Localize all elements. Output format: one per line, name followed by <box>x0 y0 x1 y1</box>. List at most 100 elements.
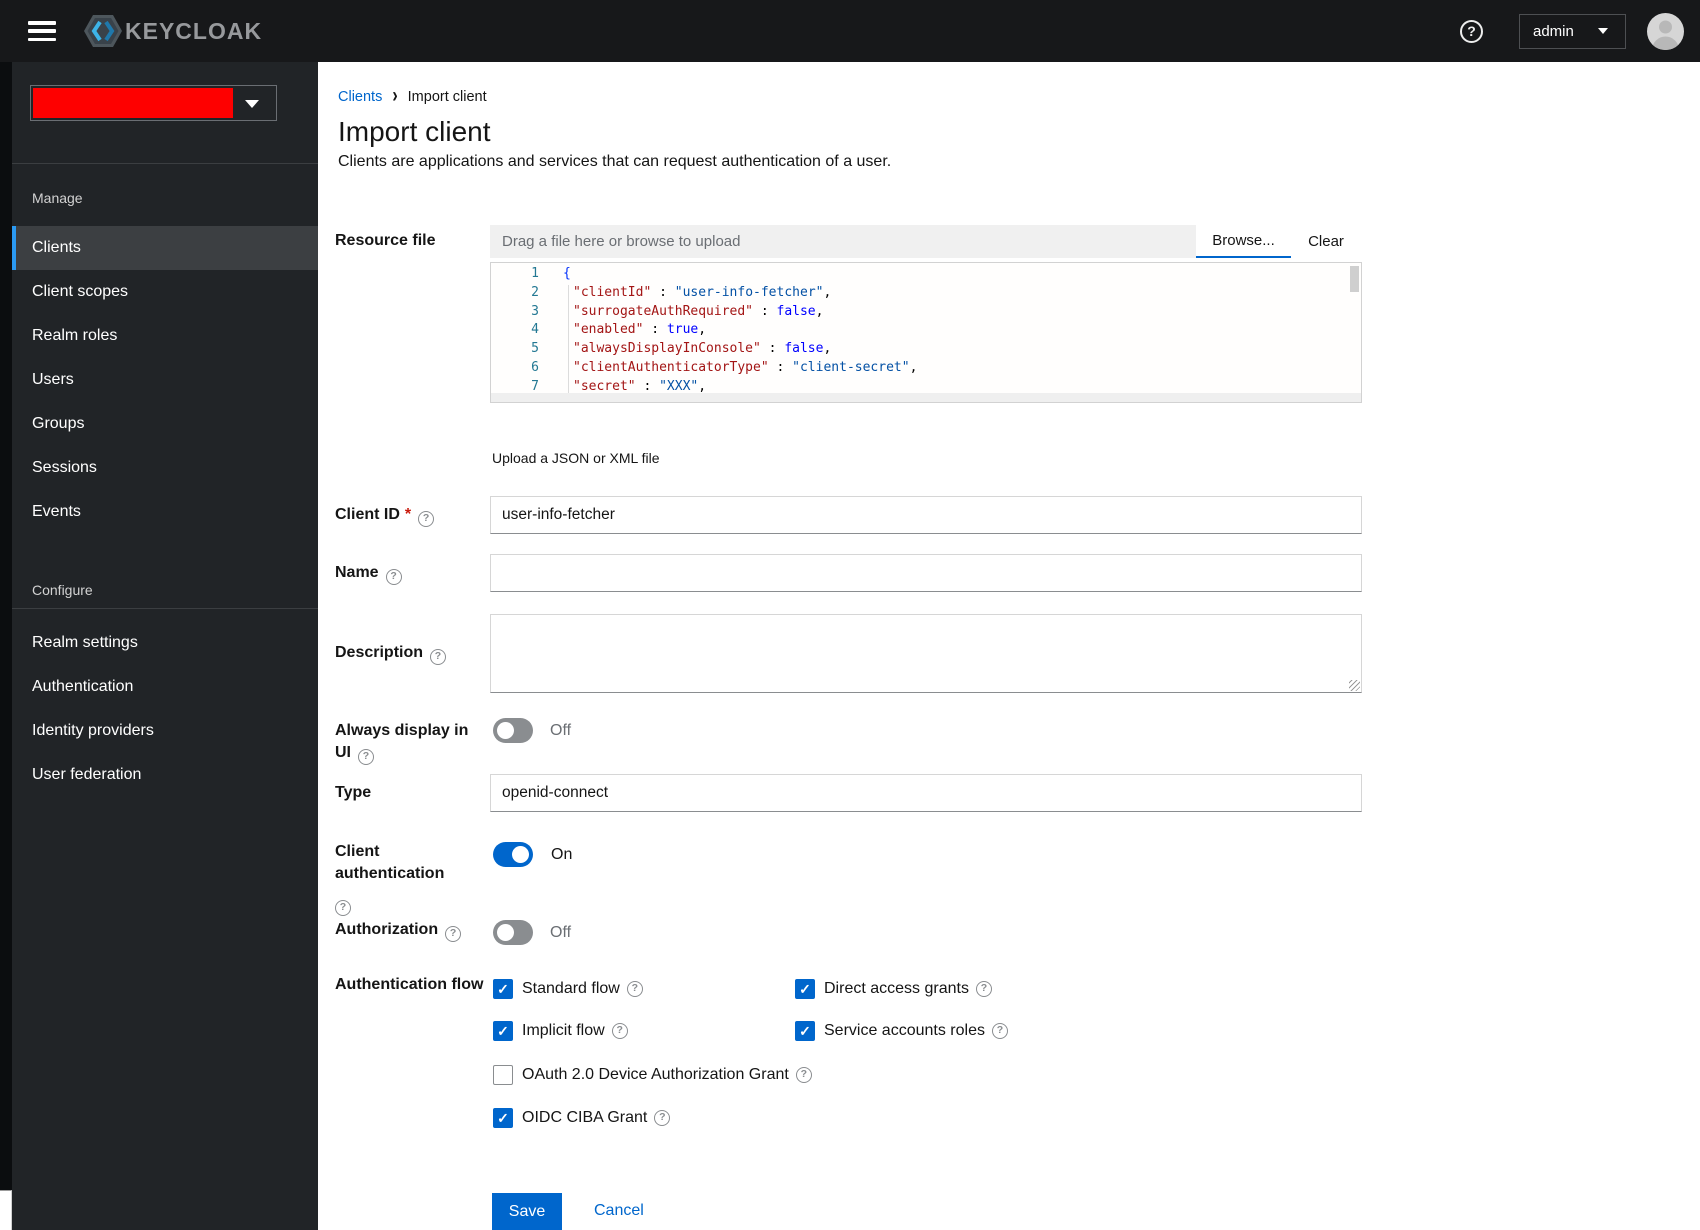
person-icon <box>1652 20 1679 50</box>
help-icon[interactable] <box>654 1110 671 1126</box>
authorization-label: Authorization <box>335 919 487 942</box>
sidebar-item-groups[interactable]: Groups <box>12 402 318 446</box>
checkbox-service-accounts-roles[interactable]: ✓ Service accounts roles <box>795 1021 1008 1041</box>
client-id-input[interactable] <box>490 496 1362 534</box>
help-icon[interactable] <box>795 1067 812 1083</box>
file-upload-placeholder: Drag a file here or browse to upload <box>502 233 741 250</box>
indent-guide <box>568 285 569 397</box>
client-auth-toggle[interactable] <box>493 842 533 867</box>
client-auth-label: Client authentication <box>335 841 487 916</box>
name-input[interactable] <box>490 554 1362 592</box>
masthead: KEYCLOAK ? admin <box>0 0 1700 62</box>
sidebar-edge-strip <box>0 62 12 1190</box>
realm-name-redacted <box>33 88 233 118</box>
always-display-label: Always display in UI <box>335 720 487 765</box>
avatar[interactable] <box>1647 12 1684 50</box>
page-subtitle: Clients are applications and services th… <box>338 153 892 170</box>
line-number: 1 <box>531 266 539 281</box>
help-icon[interactable] <box>975 981 992 997</box>
caret-down-icon <box>245 100 259 108</box>
help-icon[interactable] <box>611 1023 628 1039</box>
toggle-state-label: Off <box>550 722 572 739</box>
save-button[interactable]: Save <box>492 1193 562 1230</box>
clear-button[interactable]: Clear <box>1291 225 1361 258</box>
description-label: Description <box>335 642 487 665</box>
check-icon: ✓ <box>497 1023 509 1039</box>
upload-helper-text: Upload a JSON or XML file <box>492 450 660 466</box>
line-number: 6 <box>531 359 539 375</box>
help-icon[interactable] <box>385 569 402 585</box>
help-icon[interactable] <box>358 749 374 765</box>
checkbox-oauth-device-grant[interactable]: ✓ OAuth 2.0 Device Authorization Grant <box>493 1065 812 1085</box>
nav-divider <box>12 608 318 609</box>
help-icon[interactable] <box>418 511 435 527</box>
check-icon: ✓ <box>497 981 509 997</box>
sidebar-nav: Manage Clients Client scopes Realm roles… <box>0 62 318 1230</box>
caret-down-icon <box>1597 28 1608 34</box>
help-icon[interactable] <box>430 649 447 665</box>
resize-handle[interactable] <box>1349 680 1360 691</box>
required-asterisk: * <box>404 506 412 523</box>
resource-file-label: Resource file <box>335 232 436 249</box>
sidebar-item-user-federation[interactable]: User federation <box>12 753 318 797</box>
file-upload-input[interactable]: Drag a file here or browse to upload <box>490 225 1196 258</box>
toggle-state-label: On <box>551 846 573 863</box>
main-content: Clients Import client Import client Clie… <box>318 62 1700 1230</box>
line-number: 3 <box>531 303 539 319</box>
description-textarea[interactable] <box>490 614 1362 693</box>
browse-button[interactable]: Browse... <box>1196 225 1291 258</box>
brand-text: KEYCLOAK <box>125 17 263 44</box>
breadcrumb-current: Import client <box>407 89 487 105</box>
always-display-toggle[interactable] <box>493 718 533 743</box>
type-label: Type <box>335 784 372 801</box>
sidebar-item-realm-roles[interactable]: Realm roles <box>12 314 318 358</box>
check-icon: ✓ <box>497 1110 509 1126</box>
authorization-toggle[interactable] <box>493 920 533 945</box>
sidebar-item-users[interactable]: Users <box>12 358 318 402</box>
sidebar-item-realm-settings[interactable]: Realm settings <box>12 621 318 665</box>
realm-selector[interactable] <box>30 85 277 121</box>
help-icon[interactable] <box>626 981 643 997</box>
client-id-label: Client ID * <box>335 504 487 527</box>
checkbox-oidc-ciba-grant[interactable]: ✓ OIDC CIBA Grant <box>493 1108 671 1128</box>
checkbox-standard-flow[interactable]: ✓ Standard flow <box>493 979 643 999</box>
line-number: 4 <box>531 322 539 338</box>
sidebar-item-authentication[interactable]: Authentication <box>12 665 318 709</box>
sidebar-edge-strip-bottom <box>0 1190 12 1230</box>
breadcrumb-separator-icon <box>392 85 397 108</box>
keycloak-logo-icon <box>84 15 122 47</box>
nav-section-manage: Manage <box>32 190 83 206</box>
editor-vertical-scrollbar[interactable] <box>1350 266 1359 292</box>
help-icon[interactable]: ? <box>1460 19 1483 43</box>
checkbox-implicit-flow[interactable]: ✓ Implicit flow <box>493 1021 628 1041</box>
page-title: Import client <box>338 116 491 147</box>
sidebar-item-client-scopes[interactable]: Client scopes <box>12 270 318 314</box>
sidebar-item-sessions[interactable]: Sessions <box>12 446 318 490</box>
type-input[interactable] <box>490 774 1362 812</box>
help-icon[interactable] <box>991 1023 1008 1039</box>
sidebar-item-clients[interactable]: Clients <box>12 226 318 270</box>
auth-flow-label: Authentication flow <box>335 976 484 993</box>
toggle-state-label: Off <box>550 924 572 941</box>
username: admin <box>1533 22 1574 40</box>
code-editor[interactable]: 1{ 2 "clientId" : "user-info-fetcher", 3 "… <box>490 262 1362 403</box>
check-icon: ✓ <box>799 1023 811 1039</box>
editor-horizontal-scrollbar[interactable] <box>491 393 1361 402</box>
line-number: 2 <box>531 284 539 300</box>
checkbox-direct-access-grants[interactable]: ✓ Direct access grants <box>795 979 992 999</box>
hamburger-menu-icon[interactable] <box>28 21 56 41</box>
help-icon[interactable] <box>445 926 462 942</box>
name-label: Name <box>335 562 487 585</box>
check-icon: ✓ <box>799 981 811 997</box>
nav-divider <box>12 163 318 164</box>
breadcrumb-link-clients[interactable]: Clients <box>338 89 382 105</box>
sidebar-item-events[interactable]: Events <box>12 490 318 534</box>
sidebar-item-identity-providers[interactable]: Identity providers <box>12 709 318 753</box>
line-number: 5 <box>531 341 539 357</box>
nav-section-configure: Configure <box>32 582 93 598</box>
user-menu-dropdown[interactable]: admin <box>1519 13 1626 49</box>
breadcrumb: Clients Import client <box>338 88 487 106</box>
help-icon[interactable] <box>335 900 351 916</box>
keycloak-logo: KEYCLOAK <box>83 13 262 49</box>
cancel-button[interactable]: Cancel <box>594 1202 644 1220</box>
